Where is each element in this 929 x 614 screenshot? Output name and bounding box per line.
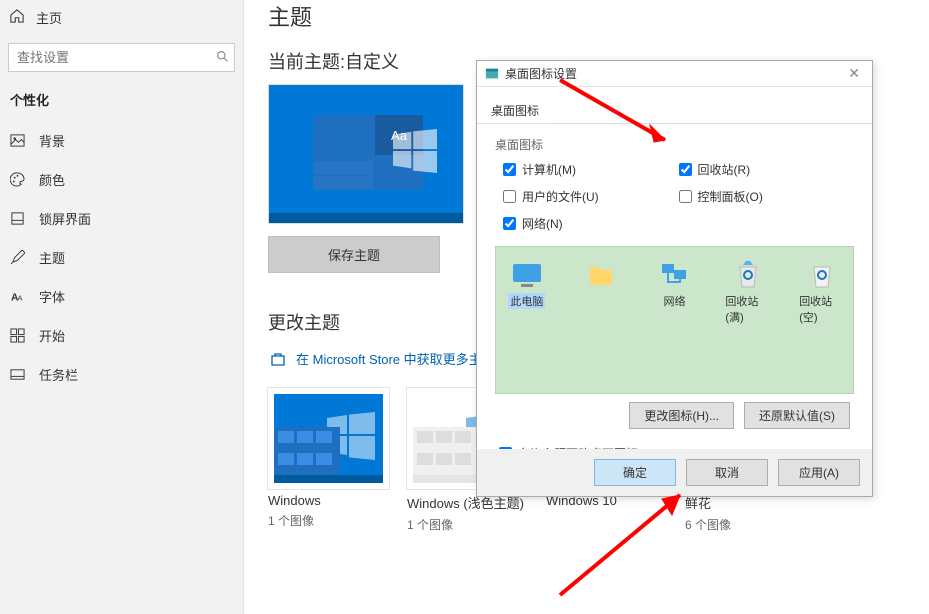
svg-text:A: A: [18, 293, 23, 302]
brush-icon: [10, 250, 25, 265]
checkbox-computer[interactable]: 计算机(M): [503, 161, 679, 178]
sidebar-item-label: 任务栏: [39, 365, 78, 384]
lockscreen-icon: [10, 211, 25, 226]
pc-icon: [511, 262, 543, 288]
sidebar-category-title: 个性化: [0, 84, 243, 121]
checkbox-user-files[interactable]: 用户的文件(U): [503, 188, 679, 205]
sidebar-item-lockscreen[interactable]: 锁屏界面: [0, 199, 243, 238]
store-icon: [270, 351, 286, 367]
sidebar-item-label: 背景: [39, 131, 65, 150]
sidebar-item-label: 锁屏界面: [39, 209, 91, 228]
theme-sub: 6 个图像: [685, 516, 806, 533]
sidebar-home[interactable]: 主页: [0, 0, 243, 35]
theme-name: Windows: [268, 493, 389, 508]
sidebar-item-start[interactable]: 开始: [0, 316, 243, 355]
windows-logo-icon: [393, 129, 437, 173]
sidebar-item-label: 字体: [39, 287, 65, 306]
sidebar-home-label: 主页: [36, 8, 62, 27]
sidebar-item-themes[interactable]: 主题: [0, 238, 243, 277]
icon-item-user[interactable]: [578, 261, 624, 325]
checkbox-recycle-bin[interactable]: 回收站(R): [679, 161, 855, 178]
current-theme-value: 自定义: [345, 52, 399, 72]
dialog-title: 桌面图标设置: [505, 65, 844, 82]
recycle-bin-full-icon: [736, 261, 760, 289]
theme-preview: Aa: [268, 84, 464, 224]
icon-item-recycle-full[interactable]: 回收站(满): [725, 261, 771, 325]
desktop-icon-settings-dialog: 桌面图标设置 ✕ 桌面图标 桌面图标 计算机(M) 回收站(R) 用户的文件(U…: [476, 60, 873, 497]
image-icon: [10, 133, 25, 148]
sidebar-item-label: 开始: [39, 326, 65, 345]
dialog-titlebar[interactable]: 桌面图标设置 ✕: [477, 61, 872, 87]
search-box[interactable]: [8, 43, 235, 72]
checkbox-control-panel[interactable]: 控制面板(O): [679, 188, 855, 205]
theme-sub: 1 个图像: [407, 516, 528, 533]
page-title: 主题: [268, 0, 913, 32]
theme-card-windows[interactable]: Windows 1 个图像: [268, 388, 389, 533]
ok-button[interactable]: 确定: [594, 459, 676, 486]
icon-item-recycle-empty[interactable]: 回收站(空): [799, 261, 845, 325]
folder-icon: [588, 261, 614, 289]
sidebar-item-fonts[interactable]: AA 字体: [0, 277, 243, 316]
close-icon[interactable]: ✕: [844, 65, 864, 82]
sidebar-item-label: 颜色: [39, 170, 65, 189]
sidebar-item-label: 主题: [39, 248, 65, 267]
dialog-tab-desktop-icons[interactable]: 桌面图标: [483, 96, 549, 124]
search-input[interactable]: [8, 43, 235, 72]
icon-item-network[interactable]: 网络: [652, 261, 698, 325]
group-label: 桌面图标: [495, 136, 854, 153]
apply-button[interactable]: 应用(A): [778, 459, 860, 486]
recycle-bin-empty-icon: [810, 261, 834, 289]
cancel-button[interactable]: 取消: [686, 459, 768, 486]
theme-sub: 1 个图像: [268, 512, 389, 529]
checkbox-network[interactable]: 网络(N): [503, 215, 679, 232]
restore-defaults-button[interactable]: 还原默认值(S): [744, 402, 850, 429]
sidebar-item-background[interactable]: 背景: [0, 121, 243, 160]
network-icon: [659, 262, 689, 288]
font-icon: AA: [10, 289, 25, 304]
search-icon: [216, 50, 229, 66]
sidebar-item-taskbar[interactable]: 任务栏: [0, 355, 243, 394]
icon-preview-panel: 此电脑 网络 回收站(满) 回收站(空): [495, 246, 854, 394]
change-icon-button[interactable]: 更改图标(H)...: [629, 402, 734, 429]
icon-item-this-pc[interactable]: 此电脑: [504, 261, 550, 325]
sidebar: 主页 个性化 背景 颜色 锁屏界面: [0, 0, 244, 614]
save-theme-button[interactable]: 保存主题: [268, 236, 440, 273]
palette-icon: [10, 172, 25, 187]
home-icon: [10, 9, 24, 26]
dialog-system-icon: [485, 67, 499, 81]
store-link-text: 在 Microsoft Store 中获取更多主题: [296, 349, 495, 368]
start-icon: [10, 328, 25, 343]
current-theme-label: 当前主题:: [268, 52, 345, 72]
taskbar-icon: [10, 367, 25, 382]
sidebar-item-colors[interactable]: 颜色: [0, 160, 243, 199]
